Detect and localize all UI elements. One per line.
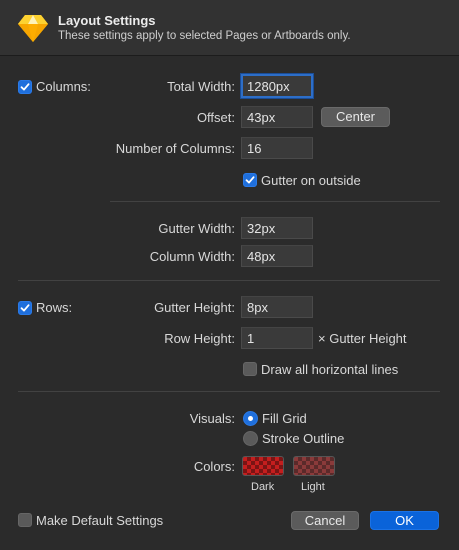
colors-label: Colors:	[193, 459, 235, 474]
draw-lines-checkbox[interactable]	[243, 362, 257, 376]
total-width-input[interactable]	[241, 74, 313, 98]
offset-label: Offset:	[196, 110, 235, 125]
offset-input[interactable]	[241, 106, 313, 128]
column-width-label: Column Width:	[149, 249, 235, 264]
light-color-swatch[interactable]	[293, 456, 335, 476]
column-width-input[interactable]	[241, 245, 313, 267]
row-height-input[interactable]	[241, 327, 313, 349]
section-divider	[18, 391, 440, 392]
center-button[interactable]: Center	[321, 107, 390, 127]
rows-checkbox[interactable]	[18, 301, 32, 315]
section-divider	[18, 280, 440, 281]
light-color-label: Light	[301, 481, 325, 493]
rows-label[interactable]: Rows:	[36, 300, 72, 315]
section-divider	[110, 201, 440, 202]
gutter-outside-checkbox[interactable]	[243, 173, 257, 187]
draw-lines-label[interactable]: Draw all horizontal lines	[261, 362, 398, 377]
sketch-diamond-icon	[18, 15, 48, 42]
stroke-outline-radio[interactable]	[243, 431, 258, 446]
columns-label[interactable]: Columns:	[36, 79, 91, 94]
dark-color-label: Dark	[251, 481, 275, 493]
gutter-height-input[interactable]	[241, 296, 313, 318]
ok-button[interactable]: OK	[370, 511, 439, 530]
make-default-label[interactable]: Make Default Settings	[36, 513, 163, 528]
dialog-header: Layout Settings These settings apply to …	[0, 0, 459, 56]
total-width-label: Total Width:	[167, 79, 235, 94]
gutter-height-label: Gutter Height:	[154, 300, 235, 315]
dialog-title: Layout Settings	[58, 13, 156, 28]
gutter-width-label: Gutter Width:	[158, 221, 235, 236]
gutter-outside-label[interactable]: Gutter on outside	[261, 173, 361, 188]
fill-grid-label[interactable]: Fill Grid	[262, 411, 307, 426]
dialog-subtitle: These settings apply to selected Pages o…	[58, 30, 351, 42]
make-default-checkbox[interactable]	[18, 513, 32, 527]
number-of-columns-input[interactable]	[241, 137, 313, 159]
number-of-columns-label: Number of Columns:	[115, 141, 235, 156]
row-height-label: Row Height:	[164, 331, 235, 346]
fill-grid-radio[interactable]	[243, 411, 258, 426]
stroke-outline-label[interactable]: Stroke Outline	[262, 431, 344, 446]
cancel-button[interactable]: Cancel	[291, 511, 359, 530]
row-height-suffix: × Gutter Height	[318, 331, 407, 346]
visuals-label: Visuals:	[189, 411, 235, 426]
dark-color-swatch[interactable]	[242, 456, 284, 476]
columns-checkbox[interactable]	[18, 80, 32, 94]
gutter-width-input[interactable]	[241, 217, 313, 239]
